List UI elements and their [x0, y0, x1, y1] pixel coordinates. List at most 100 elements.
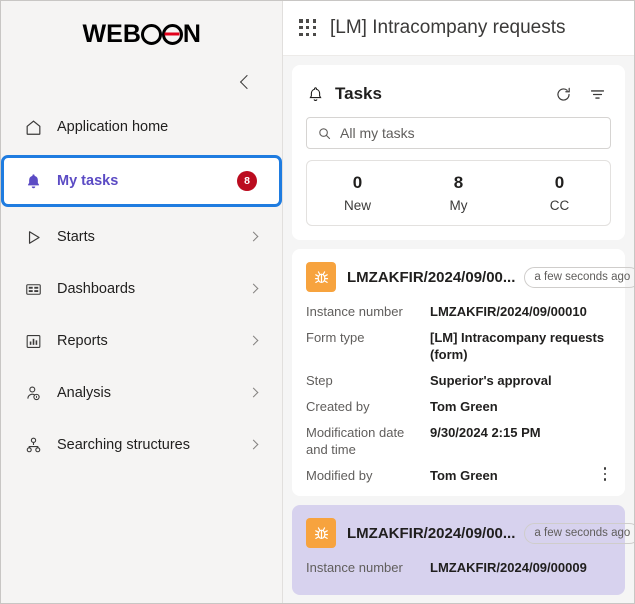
sidebar-item-label: Reports	[57, 333, 108, 349]
field-value: LMZAKFIR/2024/09/00009	[430, 560, 587, 575]
sidebar-item-label: My tasks	[57, 173, 119, 189]
task-card-header: LMZAKFIR/2024/09/00... a few seconds ago	[306, 518, 634, 548]
task-card[interactable]: LMZAKFIR/2024/09/00... a few seconds ago…	[292, 505, 634, 595]
task-field-step: Step Superior's approval	[306, 372, 611, 389]
chart-icon	[23, 331, 43, 351]
task-time-badge: a few seconds ago	[524, 266, 634, 288]
field-label: Instance number	[306, 304, 403, 319]
sidebar: WEB N Application home My tasks 8 Starts…	[1, 1, 283, 603]
task-field-created-by: Created by Tom Green	[306, 398, 611, 415]
task-field-modification-date: Modification date and time 9/30/2024 2:1…	[306, 424, 611, 458]
task-field-form-type: Form type [LM] Intracompany requests (fo…	[306, 329, 611, 363]
field-label: Instance number	[306, 560, 403, 575]
person-info-icon	[23, 383, 43, 403]
counter-label: New	[343, 198, 371, 213]
sidebar-item-application-home[interactable]: Application home	[1, 109, 282, 145]
field-label: Step	[306, 373, 333, 388]
logo-text-web: WEB	[82, 19, 141, 48]
content-scroll-area: Tasks All my tasks 0 New 8 My 0 CC LMZAK…	[283, 56, 634, 603]
task-title: LMZAKFIR/2024/09/00...	[347, 268, 516, 286]
webcon-logo: WEB N	[83, 20, 201, 49]
sidebar-item-label: Application home	[57, 119, 169, 135]
chevron-right-icon	[248, 387, 260, 399]
app-launcher-icon[interactable]	[299, 19, 317, 37]
field-value: Superior's approval	[430, 373, 552, 388]
waffle-dot	[305, 25, 310, 30]
field-value: 9/30/2024 2:15 PM	[430, 425, 541, 440]
chevron-right-icon	[248, 439, 260, 451]
brand-logo: WEB N	[1, 1, 282, 61]
chevron-right-icon	[248, 231, 260, 243]
chevron-left-icon[interactable]	[236, 73, 254, 91]
sidebar-item-starts[interactable]: Starts	[1, 219, 282, 255]
sidebar-item-label: Dashboards	[57, 281, 136, 297]
field-label: Modified by	[306, 468, 373, 483]
tasks-panel-header: Tasks	[306, 75, 611, 113]
kebab-dot	[603, 477, 607, 481]
logo-ring-o-dashed	[161, 23, 183, 45]
sidebar-item-label: Starts	[57, 229, 95, 245]
main-area: [LM] Intracompany requests Tasks All my …	[283, 1, 634, 603]
counter-new[interactable]: 0 New	[307, 172, 408, 216]
more-options-icon[interactable]	[597, 465, 613, 483]
counter-my[interactable]: 8 My	[408, 172, 509, 216]
field-value: Tom Green	[430, 468, 498, 483]
counter-label: CC	[549, 198, 570, 213]
task-card[interactable]: LMZAKFIR/2024/09/00... a few seconds ago…	[292, 249, 634, 496]
waffle-dot	[299, 25, 303, 30]
field-value: Tom Green	[430, 399, 498, 414]
filter-icon[interactable]	[583, 80, 611, 108]
chevron-right-icon	[248, 283, 260, 295]
tasks-title: Tasks	[335, 84, 382, 103]
search-input[interactable]	[340, 125, 600, 141]
app-window: WEB N Application home My tasks 8 Starts…	[0, 0, 635, 604]
kebab-dot	[603, 467, 607, 471]
sidebar-nav: Application home My tasks 8 Starts Dashb…	[1, 103, 282, 479]
search-box[interactable]	[306, 117, 611, 149]
task-title: LMZAKFIR/2024/09/00...	[347, 524, 516, 542]
bell-icon	[23, 171, 43, 191]
task-card-header: LMZAKFIR/2024/09/00... a few seconds ago	[306, 262, 634, 292]
field-label: Form type	[306, 330, 365, 345]
field-value: [LM] Intracompany requests (form)	[430, 330, 605, 362]
sidebar-item-dashboards[interactable]: Dashboards	[1, 271, 282, 307]
task-field-instance-number: Instance number LMZAKFIR/2024/09/00009	[306, 559, 611, 576]
bug-icon	[306, 262, 336, 292]
task-time-badge: a few seconds ago	[524, 522, 634, 544]
sidebar-item-label: Searching structures	[57, 437, 190, 453]
counter-value: 0	[554, 173, 565, 192]
sidebar-item-my-tasks[interactable]: My tasks 8	[1, 155, 282, 207]
waffle-dot	[305, 32, 310, 37]
task-counters: 0 New 8 My 0 CC	[306, 160, 611, 226]
field-label: Modification date and time	[306, 425, 405, 457]
refresh-icon[interactable]	[549, 80, 577, 108]
sidebar-item-searching-structures[interactable]: Searching structures	[1, 427, 282, 463]
org-tree-icon	[23, 435, 43, 455]
bell-icon	[306, 85, 325, 104]
counter-label: My	[449, 198, 468, 213]
kebab-dot	[603, 472, 607, 476]
logo-text-n: N	[182, 19, 201, 48]
waffle-dot	[305, 19, 310, 23]
home-icon	[23, 117, 43, 137]
sidebar-item-analysis[interactable]: Analysis	[1, 375, 282, 411]
task-field-modified-by: Modified by Tom Green	[306, 467, 611, 484]
main-header: [LM] Intracompany requests	[283, 1, 634, 56]
counter-value: 8	[453, 173, 464, 192]
waffle-dot	[299, 32, 303, 37]
my-tasks-badge: 8	[237, 171, 257, 191]
play-icon	[23, 227, 43, 247]
sidebar-item-reports[interactable]: Reports	[1, 323, 282, 359]
waffle-dot	[312, 32, 317, 37]
counter-value: 0	[352, 173, 363, 192]
logo-ring-c	[140, 23, 162, 45]
page-title: [LM] Intracompany requests	[330, 17, 566, 38]
chevron-right-icon	[248, 335, 260, 347]
sidebar-collapse-row	[1, 61, 282, 103]
waffle-dot	[312, 19, 317, 23]
tasks-panel: Tasks All my tasks 0 New 8 My 0 CC	[292, 65, 625, 240]
field-label: Created by	[306, 399, 370, 414]
field-value: LMZAKFIR/2024/09/00010	[430, 304, 587, 319]
waffle-dot	[299, 19, 303, 23]
counter-cc[interactable]: 0 CC	[509, 172, 610, 216]
